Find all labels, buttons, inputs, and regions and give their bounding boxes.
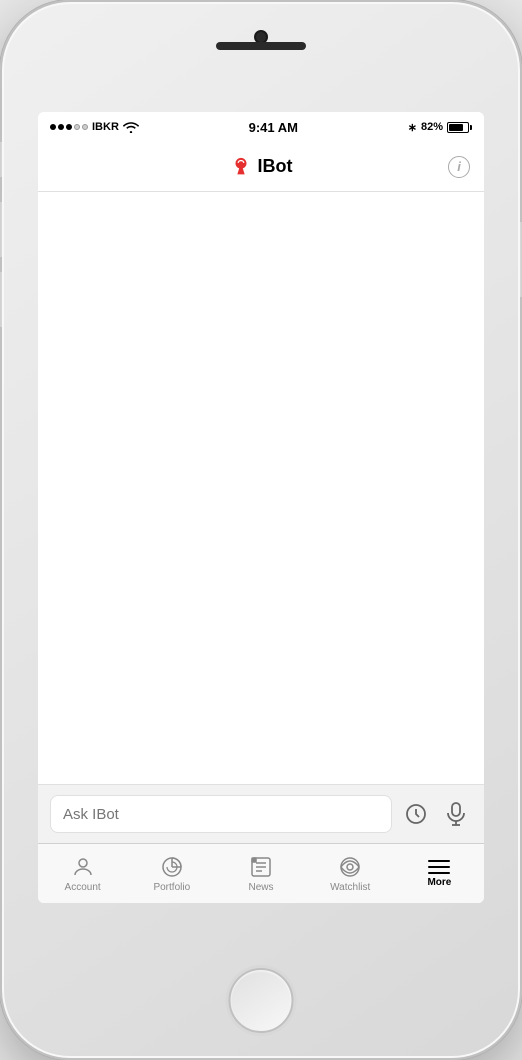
ibot-logo-icon — [230, 156, 252, 178]
input-area — [38, 784, 484, 843]
microphone-button[interactable] — [440, 798, 472, 830]
signal-dot-1 — [50, 124, 56, 130]
news-icon — [249, 855, 273, 879]
status-time: 9:41 AM — [249, 120, 298, 135]
clock-icon — [404, 802, 428, 826]
bluetooth-icon: ∗ — [408, 121, 417, 134]
speaker — [216, 42, 306, 50]
tab-news-label: News — [249, 882, 274, 893]
watchlist-icon — [338, 855, 362, 879]
ask-ibot-input[interactable] — [50, 795, 392, 833]
hamburger-icon — [428, 860, 450, 874]
tab-bar: Account Portfolio — [38, 843, 484, 903]
portfolio-icon — [160, 855, 184, 879]
hamburger-line-1 — [428, 860, 450, 862]
battery-body — [447, 122, 469, 133]
tab-portfolio-label: Portfolio — [153, 882, 190, 893]
carrier-label: IBKR — [92, 121, 119, 133]
hamburger-line-2 — [428, 866, 450, 868]
hamburger-line-3 — [428, 872, 450, 874]
tab-more-label: More — [427, 877, 451, 888]
signal-dot-2 — [58, 124, 64, 130]
info-button[interactable]: i — [448, 156, 470, 178]
tab-more[interactable]: More — [395, 844, 484, 903]
nav-bar: IBot i — [38, 142, 484, 192]
main-content — [38, 192, 484, 784]
battery-icon — [447, 122, 472, 133]
tab-watchlist-label: Watchlist — [330, 882, 370, 893]
history-button[interactable] — [400, 798, 432, 830]
tab-account-label: Account — [65, 882, 101, 893]
battery-fill — [449, 124, 463, 131]
volume-down-button[interactable] — [0, 272, 2, 327]
status-left: IBKR — [50, 121, 139, 133]
signal-dot-5 — [82, 124, 88, 130]
nav-title: IBot — [230, 156, 293, 178]
microphone-icon — [445, 802, 467, 826]
status-bar: IBKR 9:41 AM ∗ 82% — [38, 112, 484, 142]
signal-dot-4 — [74, 124, 80, 130]
tab-news[interactable]: News — [216, 844, 305, 903]
volume-up-button[interactable] — [0, 202, 2, 257]
battery-tip — [470, 125, 472, 130]
signal-dot-3 — [66, 124, 72, 130]
wifi-icon — [123, 121, 139, 133]
battery-percent: 82% — [421, 121, 443, 133]
account-icon — [71, 855, 95, 879]
mute-switch[interactable] — [0, 142, 2, 177]
screen: IBKR 9:41 AM ∗ 82% — [38, 112, 484, 903]
app-title: IBot — [258, 156, 293, 177]
signal-strength — [50, 124, 88, 130]
tab-account[interactable]: Account — [38, 844, 127, 903]
home-button[interactable] — [229, 968, 294, 1033]
phone-frame: IBKR 9:41 AM ∗ 82% — [0, 0, 522, 1060]
tab-portfolio[interactable]: Portfolio — [127, 844, 216, 903]
tab-watchlist[interactable]: Watchlist — [306, 844, 395, 903]
status-right: ∗ 82% — [408, 121, 472, 134]
